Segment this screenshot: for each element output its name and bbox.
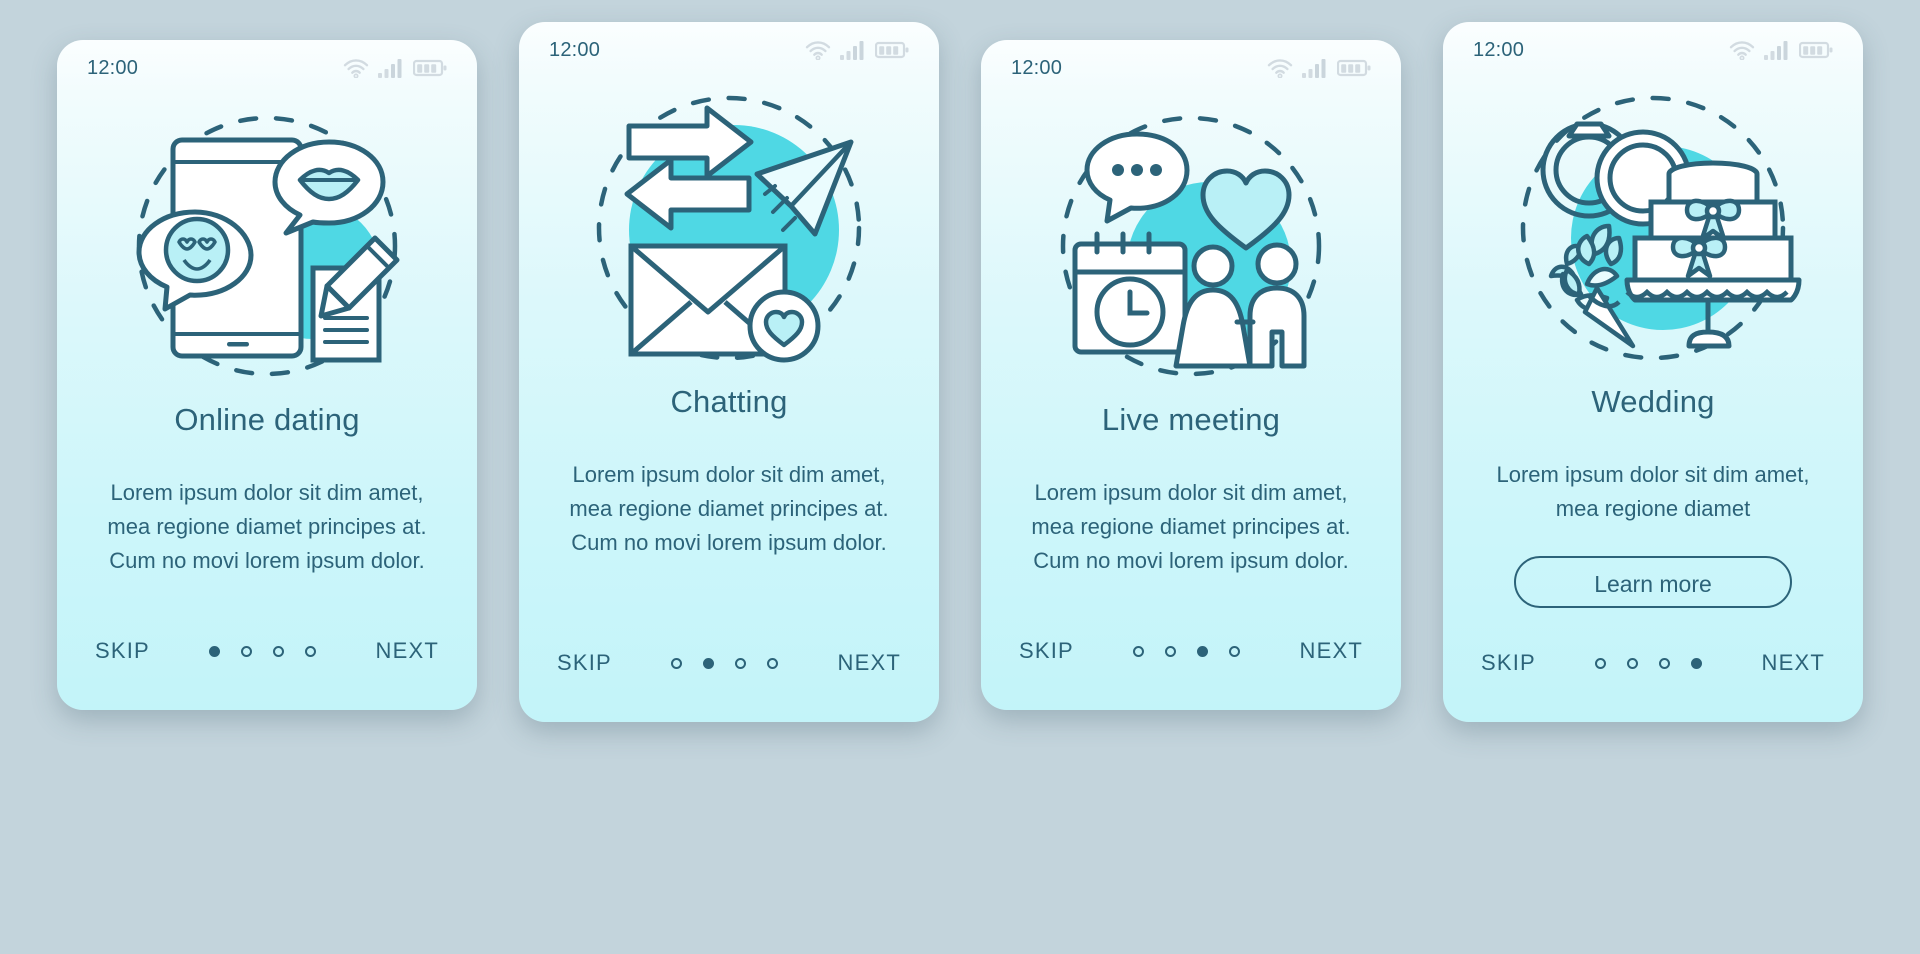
status-icons	[1267, 58, 1371, 78]
page-dot-3[interactable]	[273, 645, 285, 657]
status-time: 12:00	[87, 56, 139, 79]
page-dot-3[interactable]	[1197, 645, 1209, 657]
page-dot-1[interactable]	[1133, 645, 1145, 657]
learn-more-button[interactable]: Learn more	[1514, 556, 1792, 608]
onboarding-nav: SKIP NEXT	[1443, 604, 1863, 722]
page-dot-2[interactable]	[1165, 645, 1177, 657]
wifi-icon	[805, 41, 831, 60]
page-indicator-dots	[1133, 645, 1241, 657]
skip-button[interactable]: SKIP	[91, 632, 154, 670]
next-button[interactable]: NEXT	[1758, 644, 1829, 682]
onboarding-nav: SKIP NEXT	[57, 592, 477, 710]
signal-icon	[1764, 41, 1788, 60]
page-dot-2[interactable]	[241, 645, 253, 657]
wedding-illustration	[1443, 78, 1863, 378]
status-time: 12:00	[1473, 38, 1525, 61]
onboarding-nav: SKIP NEXT	[519, 604, 939, 722]
page-dot-2[interactable]	[1627, 657, 1639, 669]
page-title: Wedding	[1591, 384, 1715, 419]
wifi-icon	[1267, 59, 1293, 78]
next-button[interactable]: NEXT	[372, 632, 443, 670]
page-dot-1[interactable]	[1595, 657, 1607, 669]
skip-button[interactable]: SKIP	[1015, 632, 1078, 670]
page-indicator-dots	[671, 657, 779, 669]
page-dot-3[interactable]	[1659, 657, 1671, 669]
page-title: Live meeting	[1101, 402, 1281, 437]
status-icons	[343, 58, 447, 78]
live-meeting-illustration	[981, 96, 1401, 396]
page-dot-3[interactable]	[735, 657, 747, 669]
page-description: Lorem ipsum dolor sit dim amet, mea regi…	[1031, 480, 1351, 573]
onboarding-card-chatting: 12:00 Chatting Lorem ipsum dolor sit dim…	[519, 22, 939, 722]
battery-icon	[1799, 41, 1833, 59]
next-button[interactable]: NEXT	[1296, 632, 1367, 670]
status-icons	[1729, 40, 1833, 60]
status-time: 12:00	[1011, 56, 1063, 79]
chatting-illustration	[519, 78, 939, 378]
status-bar: 12:00	[519, 22, 939, 78]
onboarding-screens-stage: 12:00 Online dating Lorem ipsum dolor si…	[0, 0, 1920, 954]
wifi-icon	[343, 59, 369, 78]
status-icons	[805, 40, 909, 60]
skip-button[interactable]: SKIP	[1477, 644, 1540, 682]
signal-icon	[1302, 59, 1326, 78]
page-description: Lorem ipsum dolor sit dim amet, mea regi…	[107, 480, 427, 573]
page-dot-1[interactable]	[209, 645, 221, 657]
page-dot-4[interactable]	[767, 657, 779, 669]
onboarding-card-wedding: 12:00 Wedding Lorem ipsum dolor sit dim …	[1443, 22, 1863, 722]
battery-icon	[875, 41, 909, 59]
page-dot-2[interactable]	[703, 657, 715, 669]
page-indicator-dots	[1595, 657, 1703, 669]
signal-icon	[840, 41, 864, 60]
page-title: Online dating	[174, 402, 360, 437]
page-dot-4[interactable]	[1229, 645, 1241, 657]
onboarding-nav: SKIP NEXT	[981, 592, 1401, 710]
page-description: Lorem ipsum dolor sit dim amet, mea regi…	[569, 462, 889, 555]
online-dating-illustration	[57, 96, 477, 396]
skip-button[interactable]: SKIP	[553, 644, 616, 682]
battery-icon	[413, 59, 447, 77]
page-dot-4[interactable]	[1691, 657, 1703, 669]
wifi-icon	[1729, 41, 1755, 60]
page-indicator-dots	[209, 645, 317, 657]
onboarding-card-online-dating: 12:00 Online dating Lorem ipsum dolor si…	[57, 40, 477, 710]
status-bar: 12:00	[57, 40, 477, 96]
signal-icon	[378, 59, 402, 78]
page-dot-1[interactable]	[671, 657, 683, 669]
page-description: Lorem ipsum dolor sit dim amet, mea regi…	[1496, 462, 1810, 521]
onboarding-card-live-meeting: 12:00 Live meeting Lorem ipsum dolor sit…	[981, 40, 1401, 710]
status-time: 12:00	[549, 38, 601, 61]
page-dot-4[interactable]	[305, 645, 317, 657]
status-bar: 12:00	[1443, 22, 1863, 78]
page-title: Chatting	[670, 384, 788, 419]
status-bar: 12:00	[981, 40, 1401, 96]
battery-icon	[1337, 59, 1371, 77]
next-button[interactable]: NEXT	[834, 644, 905, 682]
